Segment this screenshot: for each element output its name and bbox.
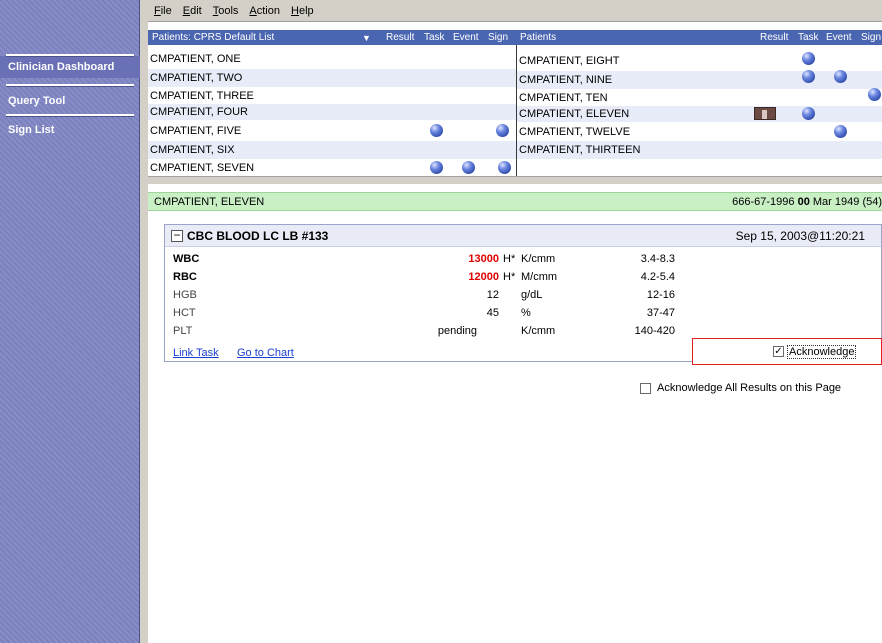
patient-demographics: 666-67-1996 00 Mar 1949 (54) [732,196,882,208]
lab-test-value: 12000 [468,271,499,283]
lab-test-name: HGB [173,289,197,301]
lab-test-units: K/cmm [521,325,556,337]
patient-row[interactable]: CMPATIENT, FOUR [148,104,516,120]
acknowledge-all-checkbox[interactable] [640,383,651,394]
sidebar-item-query-tool[interactable]: Query Tool [0,95,140,107]
task-indicator-icon[interactable] [834,125,847,138]
column-task[interactable]: Task [424,32,445,43]
menu-file[interactable]: File [154,5,172,17]
menu-action[interactable]: Action [249,5,280,17]
column-task[interactable]: Task [798,32,819,43]
patient-row[interactable]: CMPATIENT, SEVEN [148,159,516,177]
patient-row[interactable]: CMPATIENT, ONE [148,50,516,68]
lab-test-range: 37-47 [646,307,675,319]
patient-list-left-header: Patients: CPRS Default List ▼ Result Tas… [148,30,516,45]
lab-result-date: Sep 15, 2003@11:20:21 [735,229,865,243]
lab-test-name: HCT [173,307,196,319]
lab-result-title: CBC BLOOD LC LB #133 [187,229,329,243]
lab-test-units: % [521,307,531,319]
lab-test-units: K/cmm [521,253,556,265]
task-indicator-icon[interactable] [462,161,475,174]
lab-test-value: 13000 [468,253,499,265]
patient-row[interactable]: CMPATIENT, TWELVE [517,123,882,141]
horizontal-splitter[interactable] [148,176,882,184]
result-indicator-icon[interactable] [430,124,443,137]
result-indicator-icon[interactable] [430,161,443,174]
task-indicator-icon[interactable] [834,70,847,83]
patient-row[interactable]: CMPATIENT, TEN [517,90,882,106]
column-event[interactable]: Event [453,32,479,43]
patient-dob: Mar 1949 [812,195,860,208]
lab-test-range: 12-16 [646,289,675,301]
patient-dob-day: 00 [797,195,810,208]
lab-test-value: 12 [486,289,499,301]
lab-test-range: 4.2-5.4 [640,271,675,283]
column-sign[interactable]: Sign [861,32,881,43]
patient-list-right-title: Patients [520,32,557,43]
patient-row[interactable]: CMPATIENT, THIRTEEN [517,141,882,159]
column-result[interactable]: Result [386,32,414,43]
patient-row[interactable]: CMPATIENT, TWO [148,69,516,87]
patient-list-left-title: Patients: CPRS Default List [152,32,275,43]
event-indicator-icon[interactable] [498,161,511,174]
selected-patient-name: CMPATIENT, ELEVEN [154,195,265,208]
patient-ssn: 666-67-1996 [732,195,795,208]
menu-bar: File Edit Tools Action Help [148,0,882,22]
sidebar-separator [6,84,134,87]
result-indicator-icon[interactable] [802,52,815,65]
sign-indicator-icon[interactable] [496,124,509,137]
lab-test-flag: H* [503,253,516,265]
sidebar-separator [6,114,134,117]
result-indicator-icon[interactable] [802,70,815,83]
patient-row[interactable]: CMPATIENT, THREE [148,88,516,104]
lab-test-units: M/cmm [521,271,558,283]
go-to-chart-link[interactable]: Go to Chart [237,347,294,359]
lab-test-name: PLT [173,325,193,337]
patient-row[interactable]: CMPATIENT, NINE [517,71,882,89]
menu-edit[interactable]: Edit [183,5,202,17]
lab-test-value: pending [437,325,477,337]
event-indicator-icon[interactable] [868,88,881,101]
acknowledge-all-label[interactable]: Acknowledge All Results on this Page [657,382,841,394]
sidebar-item-sign-list[interactable]: Sign List [0,124,140,136]
acknowledge-highlight: ✓ Acknowledge [692,338,882,365]
lab-test-range: 140-420 [634,325,675,337]
sidebar-separator [6,54,134,57]
link-task-link[interactable]: Link Task [173,347,219,359]
sidebar: Clinician Dashboard Query Tool Sign List [0,0,140,643]
collapse-icon[interactable]: − [171,229,183,242]
column-sign[interactable]: Sign [488,32,508,43]
patient-row[interactable]: CMPATIENT, FIVE [148,122,516,140]
menu-tools[interactable]: Tools [213,5,239,17]
lab-test-name: RBC [173,271,197,283]
patient-row[interactable]: CMPATIENT, EIGHT [517,52,882,70]
lab-test-name: WBC [173,253,200,265]
column-result[interactable]: Result [760,32,788,43]
lab-result-header: − CBC BLOOD LC LB #133 Sep 15, 2003@11:2… [165,225,881,247]
splitter [140,0,148,643]
result-indicator-icon[interactable] [802,107,815,120]
lab-test-flag: H* [503,271,516,283]
patient-lists: Patients: CPRS Default List ▼ Result Tas… [148,30,882,176]
acknowledge-label[interactable]: Acknowledge [787,345,857,359]
patient-row[interactable]: CMPATIENT, ELEVEN [517,106,882,122]
acknowledge-checkbox[interactable]: ✓ [773,346,784,357]
patient-age: (54) [862,195,882,208]
lab-test-value: 45 [486,307,499,319]
dropdown-arrow-icon[interactable]: ▼ [362,33,371,43]
selected-patient-banner: CMPATIENT, ELEVEN 666-67-1996 00 Mar 194… [148,192,882,211]
sidebar-item-clinician-dashboard[interactable]: Clinician Dashboard [0,61,140,73]
patient-list-right-header: Patients Result Task Event Sign [516,30,882,45]
lab-test-units: g/dL [521,289,543,301]
column-event[interactable]: Event [826,32,852,43]
menu-help[interactable]: Help [291,5,314,17]
lab-test-range: 3.4-8.3 [640,253,675,265]
patient-row[interactable]: CMPATIENT, SIX [148,141,516,159]
flag-icon[interactable] [754,107,776,120]
